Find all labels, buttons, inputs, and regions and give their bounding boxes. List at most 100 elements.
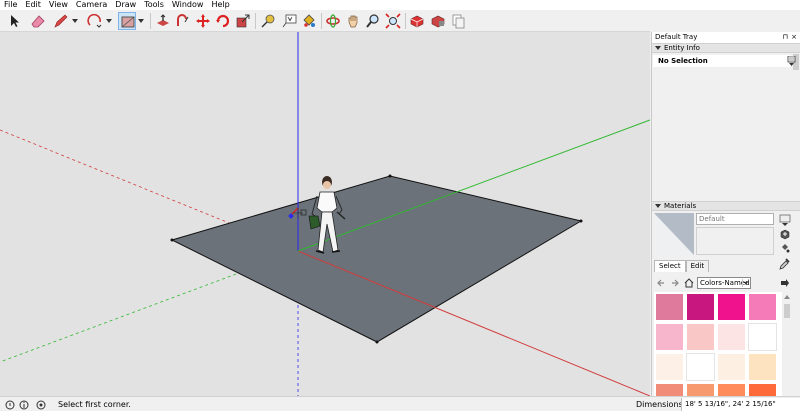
tab-select[interactable]: Select xyxy=(654,260,686,272)
zoom-extents-icon xyxy=(385,13,401,29)
eyedropper-icon[interactable] xyxy=(778,258,790,270)
tab-edit[interactable]: Edit xyxy=(685,260,710,272)
corner-vertex xyxy=(579,219,583,223)
display-secondary-pane-icon[interactable] xyxy=(779,214,791,226)
extension-warehouse-button[interactable] xyxy=(429,12,447,30)
push-pull-tool-button[interactable] xyxy=(154,12,172,30)
materials-tabs: Select Edit xyxy=(654,260,710,272)
toolbar-separator xyxy=(150,13,151,29)
modeling-viewport[interactable] xyxy=(0,32,650,396)
menu-tools[interactable]: Tools xyxy=(140,0,168,10)
menu-view[interactable]: View xyxy=(45,0,72,10)
menu-camera[interactable]: Camera xyxy=(72,0,111,10)
home-icon[interactable] xyxy=(684,278,694,288)
material-swatch[interactable] xyxy=(748,383,777,396)
geolocation-icon[interactable] xyxy=(5,400,15,410)
material-swatch[interactable] xyxy=(686,323,715,351)
create-material-icon[interactable] xyxy=(779,228,791,240)
collapse-triangle-icon xyxy=(655,46,661,50)
arc-tool-button[interactable] xyxy=(86,12,104,30)
material-swatch[interactable] xyxy=(655,383,684,396)
chevron-down-icon xyxy=(138,19,144,23)
default-tray: Default Tray ⊓ × Entity Info No Selectio… xyxy=(651,32,800,396)
line-tool-dropdown[interactable] xyxy=(71,12,79,30)
tape-measure-icon xyxy=(261,14,275,28)
measurements-input[interactable]: 18' 5 13/16", 24' 2 15/16" xyxy=(681,398,800,411)
magnifier-icon xyxy=(366,14,379,28)
scroll-up-icon[interactable] xyxy=(784,295,790,299)
chevron-down-icon xyxy=(72,19,78,23)
zoom-tool-button[interactable] xyxy=(364,12,382,30)
orbit-tool-button[interactable] xyxy=(324,12,342,30)
3d-warehouse-button[interactable] xyxy=(408,12,426,30)
material-swatch[interactable] xyxy=(686,293,715,321)
zoom-extents-tool-button[interactable] xyxy=(384,12,402,30)
eraser-icon xyxy=(31,15,45,28)
menu-draw[interactable]: Draw xyxy=(111,0,140,10)
materials-navigation: Colors-Named xyxy=(654,276,800,290)
scale-tool-button[interactable] xyxy=(234,12,252,30)
move-tool-button[interactable] xyxy=(194,12,212,30)
material-name-field[interactable]: Default xyxy=(696,213,774,225)
menu-bar: File Edit View Camera Draw Tools Window Help xyxy=(0,0,800,10)
user-account-icon[interactable] xyxy=(36,400,46,410)
details-toggle-icon[interactable] xyxy=(787,55,796,66)
toolbar-separator xyxy=(405,13,406,29)
push-pull-icon xyxy=(157,14,169,26)
paint-bucket-tool-button[interactable] xyxy=(300,12,318,30)
swatch-scrollbar[interactable] xyxy=(783,292,791,396)
rotate-icon xyxy=(216,14,230,28)
follow-me-tool-button[interactable] xyxy=(174,12,192,30)
rectangle-tool-button[interactable] xyxy=(118,12,136,30)
material-swatch[interactable] xyxy=(655,323,684,351)
close-icon[interactable]: × xyxy=(791,32,797,43)
materials-title: Materials xyxy=(664,202,697,210)
material-swatch[interactable] xyxy=(717,323,746,351)
menu-window[interactable]: Window xyxy=(168,0,208,10)
eraser-tool-button[interactable] xyxy=(29,12,47,30)
tape-measure-tool-button[interactable] xyxy=(259,12,277,30)
entity-info-header[interactable]: Entity Info xyxy=(652,43,800,53)
chevron-down-icon xyxy=(106,19,112,23)
arrow-cursor-icon xyxy=(11,15,19,27)
forward-arrow-icon[interactable] xyxy=(670,278,680,288)
extension-warehouse-icon xyxy=(431,15,445,28)
pin-icon[interactable]: ⊓ xyxy=(783,32,788,43)
material-swatch[interactable] xyxy=(686,383,715,396)
rotate-tool-button[interactable] xyxy=(214,12,232,30)
material-swatch[interactable] xyxy=(655,293,684,321)
arc-tool-dropdown[interactable] xyxy=(105,12,113,30)
menu-file[interactable]: File xyxy=(0,0,21,10)
material-swatch-grid xyxy=(654,292,782,396)
tray-scrollbar[interactable] xyxy=(792,43,800,396)
layout-send-button[interactable] xyxy=(449,12,467,30)
material-swatch[interactable] xyxy=(748,293,777,321)
orbit-icon xyxy=(326,14,340,28)
material-swatch[interactable] xyxy=(748,353,777,381)
menu-help[interactable]: Help xyxy=(207,0,233,10)
measurements-label: Dimensions xyxy=(636,400,683,409)
toolbar-separator xyxy=(255,13,256,29)
back-arrow-icon[interactable] xyxy=(656,278,666,288)
collection-select[interactable]: Colors-Named xyxy=(697,277,751,289)
shape-tool-dropdown[interactable] xyxy=(137,12,145,30)
main-toolbar xyxy=(0,10,650,32)
scroll-thumb[interactable] xyxy=(784,304,790,318)
pencil-icon xyxy=(54,14,68,28)
menu-edit[interactable]: Edit xyxy=(21,0,45,10)
material-swatch[interactable] xyxy=(748,323,777,351)
select-tool-button[interactable] xyxy=(5,12,23,30)
material-swatch[interactable] xyxy=(686,353,715,381)
pan-tool-button[interactable] xyxy=(344,12,362,30)
follow-me-icon xyxy=(177,14,189,26)
material-swatch[interactable] xyxy=(717,293,746,321)
details-arrow-icon[interactable] xyxy=(779,278,789,288)
materials-header[interactable]: Materials xyxy=(652,201,800,211)
sample-paint-icon[interactable] xyxy=(779,242,791,254)
credits-info-icon[interactable] xyxy=(19,400,29,410)
text-tool-button[interactable] xyxy=(280,12,298,30)
material-swatch[interactable] xyxy=(655,353,684,381)
material-swatch[interactable] xyxy=(717,383,746,396)
material-swatch[interactable] xyxy=(717,353,746,381)
line-tool-button[interactable] xyxy=(52,12,70,30)
